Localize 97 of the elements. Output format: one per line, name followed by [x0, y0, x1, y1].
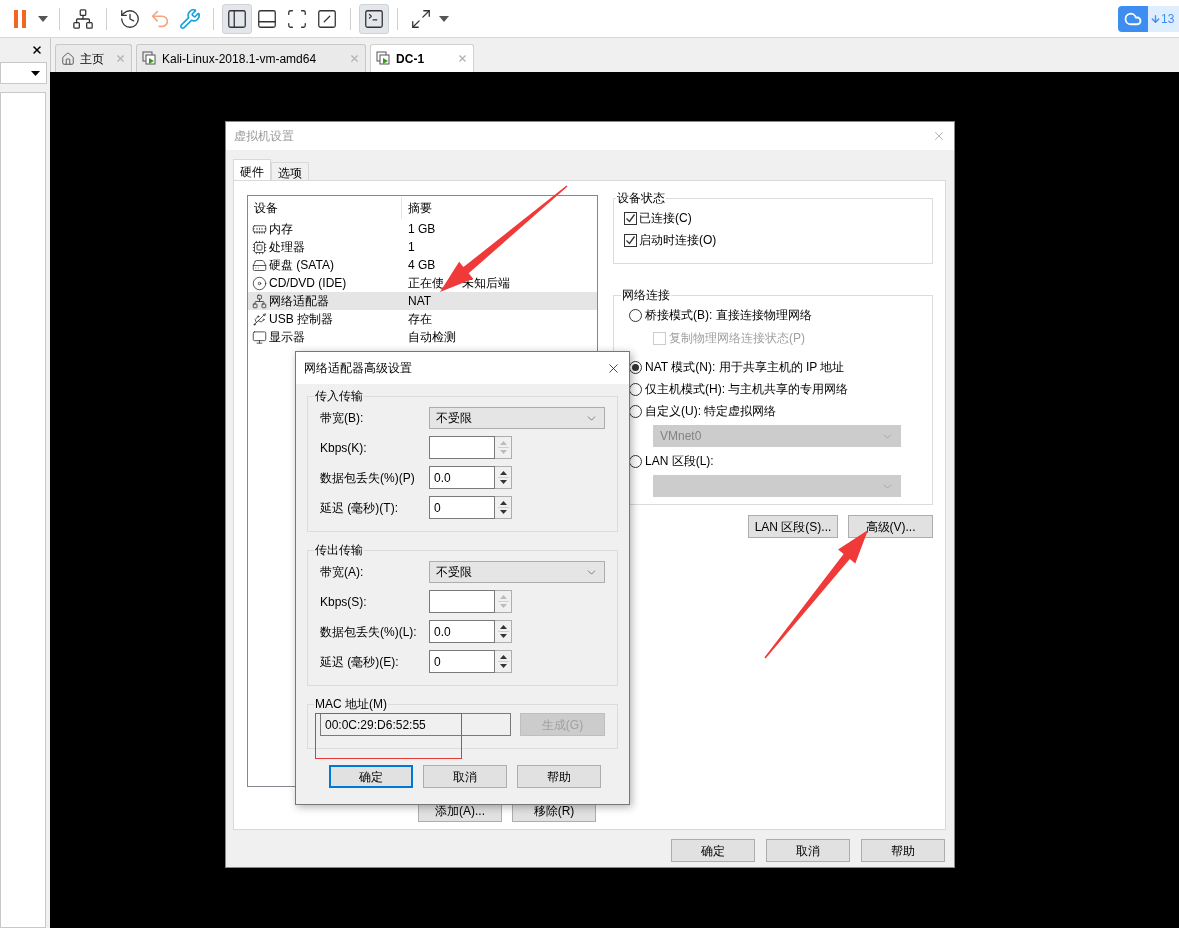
home-icon	[61, 51, 75, 66]
group-title: 网络连接	[621, 287, 671, 304]
checkbox-label: 复制物理网络连接状态(P)	[669, 330, 805, 347]
device-row[interactable]: USB 控制器 存在	[248, 310, 597, 328]
number-field[interactable]: 0.0	[429, 620, 495, 643]
device-summary: 1	[408, 239, 415, 256]
select-value: VMnet0	[660, 428, 702, 445]
select-value: 不受限	[436, 564, 472, 581]
cancel-button[interactable]: 取消	[422, 765, 507, 788]
tab-label: DC-1	[396, 50, 425, 68]
device-row[interactable]: 硬盘 (SATA) 4 GB	[248, 256, 597, 274]
number-field[interactable]: 0.0	[429, 466, 495, 489]
group-title: 传入传输	[314, 388, 364, 405]
device-summary: 正在使	[408, 275, 444, 292]
column-header[interactable]: 摘要	[402, 197, 432, 219]
tab-label: 主页	[80, 50, 104, 68]
device-row[interactable]: 显示器 自动检测	[248, 328, 597, 346]
ok-button[interactable]: 确定	[328, 765, 413, 788]
library-dropdown[interactable]	[0, 62, 47, 84]
number-field[interactable]: 0	[429, 650, 495, 673]
group-title: 设备状态	[616, 190, 666, 207]
download-icon	[1150, 13, 1161, 25]
device-name: 硬盘 (SATA)	[269, 257, 334, 274]
device-row[interactable]: 内存 1 GB	[248, 220, 597, 238]
help-button[interactable]: 帮助	[861, 839, 945, 862]
disc-icon	[252, 275, 267, 291]
lan-segments-button[interactable]: LAN 区段(S)...	[748, 515, 838, 538]
radio-button[interactable]	[629, 308, 642, 322]
ok-button[interactable]: 确定	[671, 839, 755, 862]
number-field[interactable]	[429, 436, 495, 459]
radio-label: 自定义(U): 特定虚拟网络	[645, 403, 777, 420]
vm-icon	[376, 51, 392, 66]
settings-tab[interactable]: 硬件	[233, 159, 271, 180]
group-title: MAC 地址(M)	[314, 696, 388, 713]
radio-label: 仅主机模式(H): 与主机共享的专用网络	[645, 381, 849, 398]
device-row[interactable]: 网络适配器 NAT	[248, 292, 597, 310]
device-summary: 存在	[408, 311, 432, 328]
settings-tab[interactable]: 选项	[271, 162, 309, 180]
device-summary: 4 GB	[408, 257, 436, 274]
network-icon	[252, 293, 267, 309]
radio-label: 桥接模式(B): 直接连接物理网络	[645, 307, 812, 324]
download-count: 13	[1161, 11, 1175, 28]
vm-icon	[142, 51, 157, 66]
select-value: 不受限	[436, 410, 472, 427]
bandwidth-dropdown[interactable]: 不受限	[429, 561, 605, 583]
help-button[interactable]: 帮助	[516, 765, 601, 788]
window-title: 网络适配器高级设置	[304, 360, 412, 377]
bandwidth-dropdown[interactable]: 不受限	[429, 407, 605, 429]
vm-tab[interactable]: DC-1	[370, 44, 475, 72]
device-name: 处理器	[269, 239, 305, 256]
radio-label: NAT 模式(N): 用于共享主机的 IP 地址	[645, 359, 845, 376]
checkbox[interactable]	[624, 211, 637, 225]
device-summary: 自动检测	[408, 329, 456, 346]
radio-label: LAN 区段(L):	[645, 453, 714, 470]
cancel-button[interactable]: 取消	[766, 839, 850, 862]
field-label: Kbps(S):	[320, 593, 368, 611]
advanced-button[interactable]: 高级(V)...	[848, 515, 933, 538]
device-name: USB 控制器	[269, 311, 333, 328]
tab-label: Kali-Linux-2018.1-vm-amd64	[162, 50, 317, 68]
hard-drive-icon	[252, 257, 267, 273]
column-header[interactable]: 设备	[248, 197, 402, 219]
device-name: 显示器	[269, 329, 305, 346]
spin-buttons[interactable]	[495, 496, 512, 519]
device-row[interactable]: 处理器 1	[248, 238, 597, 256]
number-field[interactable]	[429, 590, 495, 613]
field-label: 带宽(B):	[320, 410, 365, 427]
device-name: 内存	[269, 221, 293, 238]
number-field[interactable]: 0	[429, 496, 495, 519]
checkbox[interactable]	[624, 233, 637, 247]
window-title: 虚拟机设置	[234, 128, 294, 145]
field-label: Kbps(K):	[320, 439, 368, 457]
spin-buttons[interactable]	[495, 650, 512, 673]
vm-tab[interactable]: Kali-Linux-2018.1-vm-amd64	[136, 44, 367, 72]
cloud-icon	[1124, 10, 1142, 28]
device-name: 网络适配器	[269, 293, 329, 310]
vm-tab[interactable]: 主页	[55, 44, 132, 72]
checkbox-label: 启动时连接(O)	[639, 232, 717, 249]
field-label: 数据包丢失(%)(P)	[320, 469, 416, 487]
device-summary: 1 GB	[408, 221, 436, 238]
mac-address-field[interactable]: 00:0C:29:D6:52:55	[320, 713, 511, 736]
monitor-icon	[252, 329, 267, 345]
checkbox-label: 已连接(C)	[639, 210, 692, 227]
field-label: 带宽(A):	[320, 564, 365, 581]
field-label: 延迟 (毫秒)(E):	[320, 653, 400, 671]
terminal-icon[interactable]	[359, 3, 389, 34]
group-title: 传出传输	[314, 542, 364, 559]
device-summary: NAT	[408, 293, 432, 310]
spin-buttons[interactable]	[495, 620, 512, 643]
field-label: 延迟 (毫秒)(T):	[320, 499, 399, 517]
sidebar-icon[interactable]	[222, 3, 252, 34]
close-icon[interactable]	[31, 44, 43, 56]
field-label: 数据包丢失(%)(L):	[320, 623, 418, 641]
device-name: CD/DVD (IDE)	[269, 275, 347, 292]
chip-icon	[252, 239, 267, 255]
usb-icon	[252, 311, 267, 327]
spin-buttons[interactable]	[495, 466, 512, 489]
caret-icon	[31, 70, 40, 76]
